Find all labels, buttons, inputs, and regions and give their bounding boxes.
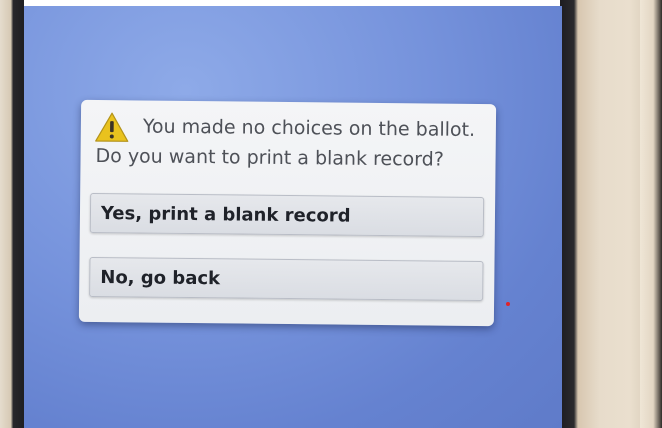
- go-back-button[interactable]: No, go back: [89, 256, 484, 302]
- warning-icon: [95, 112, 129, 142]
- dialog-message-line-1: You made no choices on the ballot.: [142, 115, 476, 141]
- blank-ballot-dialog: You made no choices on the ballot. Do yo…: [78, 99, 497, 327]
- left-bezel: [0, 0, 24, 428]
- print-blank-record-button[interactable]: Yes, print a blank record: [89, 192, 485, 238]
- right-frame-edge: [640, 0, 662, 428]
- red-indicator-dot: [506, 302, 510, 306]
- dialog-message-line-2: Do you want to print a blank record?: [95, 144, 444, 171]
